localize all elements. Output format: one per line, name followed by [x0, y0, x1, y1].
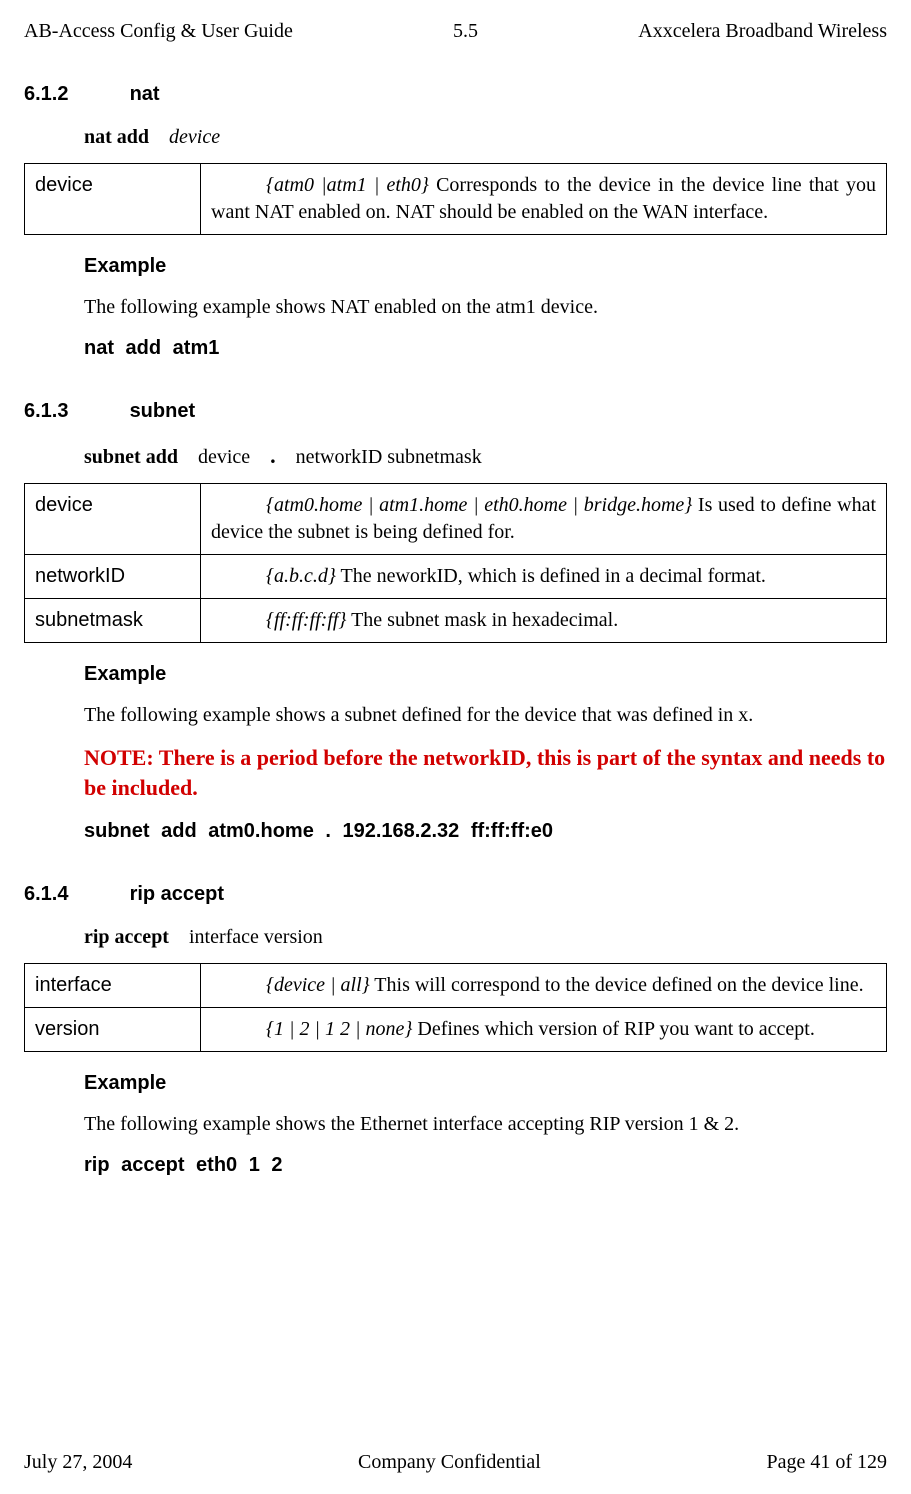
table-row: device {atm0 |atm1 | eth0} Corresponds t… [25, 164, 887, 235]
subnet-example-cmd: subnet add atm0.home . 192.168.2.32 ff:f… [84, 818, 887, 845]
section-subnet-number: 6.1.3 [24, 398, 124, 425]
param-name-version: version [25, 1008, 201, 1052]
param-desc-subnetmask: {ff:ff:ff:ff} The subnet mask in hexadec… [201, 599, 887, 643]
nat-syntax-keyword: nat add [84, 126, 149, 148]
param-desc-networkid: {a.b.c.d} The neworkID, which is defined… [201, 555, 887, 599]
subnet-note: NOTE: There is a period before the netwo… [84, 743, 887, 802]
param-opt-networkid: {a.b.c.d} [266, 565, 336, 587]
section-nat-number: 6.1.2 [24, 81, 124, 108]
table-row: networkID {a.b.c.d} The neworkID, which … [25, 555, 887, 599]
section-subnet-title: subnet [130, 400, 196, 422]
page-header: AB-Access Config & User Guide 5.5 Axxcel… [24, 18, 887, 45]
rip-example-text: The following example shows the Ethernet… [84, 1111, 887, 1138]
param-desc-version: {1 | 2 | 1 2 | none} Defines which versi… [201, 1008, 887, 1052]
nat-param-table: device {atm0 |atm1 | eth0} Corresponds t… [24, 163, 887, 235]
table-row: version {1 | 2 | 1 2 | none} Defines whi… [25, 1008, 887, 1052]
section-subnet-heading: 6.1.3 subnet [24, 398, 887, 425]
param-desc-device: {atm0.home | atm1.home | eth0.home | bri… [201, 484, 887, 555]
param-opt-device: {atm0 |atm1 | eth0} [266, 174, 429, 196]
param-opt-subnetmask: {ff:ff:ff:ff} [266, 609, 346, 631]
subnet-syntax-dot: . [270, 443, 276, 468]
subnet-syntax-keyword: subnet add [84, 446, 178, 468]
table-row: device {atm0.home | atm1.home | eth0.hom… [25, 484, 887, 555]
param-opt-version: {1 | 2 | 1 2 | none} [266, 1018, 412, 1040]
rip-param-table: interface {device | all} This will corre… [24, 963, 887, 1052]
footer-right: Page 41 of 129 [766, 1449, 887, 1476]
param-name-interface: interface [25, 964, 201, 1008]
param-name-networkid: networkID [25, 555, 201, 599]
header-left: AB-Access Config & User Guide [24, 18, 293, 45]
nat-example-cmd: nat add atm1 [84, 335, 887, 362]
table-row: interface {device | all} This will corre… [25, 964, 887, 1008]
footer-center: Company Confidential [358, 1449, 541, 1476]
header-right: Axxcelera Broadband Wireless [638, 18, 887, 45]
subnet-syntax: subnet add device . networkID subnetmask [84, 441, 887, 471]
page-footer: July 27, 2004 Company Confidential Page … [24, 1449, 887, 1476]
param-name-device: device [25, 164, 201, 235]
param-text-version: Defines which version of RIP you want to… [412, 1018, 815, 1040]
param-name-device: device [25, 484, 201, 555]
param-opt-device: {atm0.home | atm1.home | eth0.home | bri… [266, 494, 692, 516]
section-rip-number: 6.1.4 [24, 881, 124, 908]
rip-syntax: rip accept interface version [84, 924, 887, 951]
subnet-param-table: device {atm0.home | atm1.home | eth0.hom… [24, 483, 887, 643]
section-nat-heading: 6.1.2 nat [24, 81, 887, 108]
rip-example-cmd: rip accept eth0 1 2 [84, 1152, 887, 1179]
footer-left: July 27, 2004 [24, 1449, 132, 1476]
param-text-subnetmask: The subnet mask in hexadecimal. [346, 609, 618, 631]
page: AB-Access Config & User Guide 5.5 Axxcel… [0, 0, 911, 1494]
section-nat-title: nat [130, 83, 160, 105]
section-rip-heading: 6.1.4 rip accept [24, 881, 887, 908]
rip-example-label: Example [84, 1070, 887, 1097]
section-rip-title: rip accept [130, 883, 224, 905]
header-center: 5.5 [453, 18, 478, 45]
subnet-syntax-arg2: networkID subnetmask [296, 446, 482, 468]
nat-syntax-arg: device [169, 126, 220, 148]
nat-example-label: Example [84, 253, 887, 280]
param-text-networkid: The neworkID, which is defined in a deci… [336, 565, 766, 587]
param-name-subnetmask: subnetmask [25, 599, 201, 643]
param-opt-interface: {device | all} [266, 974, 370, 996]
nat-example-text: The following example shows NAT enabled … [84, 294, 887, 321]
param-desc-device: {atm0 |atm1 | eth0} Corresponds to the d… [201, 164, 887, 235]
subnet-syntax-arg1: device [198, 446, 250, 468]
subnet-example-label: Example [84, 661, 887, 688]
subnet-example-text: The following example shows a subnet def… [84, 702, 887, 729]
param-desc-interface: {device | all} This will correspond to t… [201, 964, 887, 1008]
table-row: subnetmask {ff:ff:ff:ff} The subnet mask… [25, 599, 887, 643]
rip-syntax-keyword: rip accept [84, 926, 169, 948]
param-text-interface: This will correspond to the device defin… [370, 974, 864, 996]
nat-syntax: nat add device [84, 124, 887, 151]
rip-syntax-arg: interface version [189, 926, 323, 948]
